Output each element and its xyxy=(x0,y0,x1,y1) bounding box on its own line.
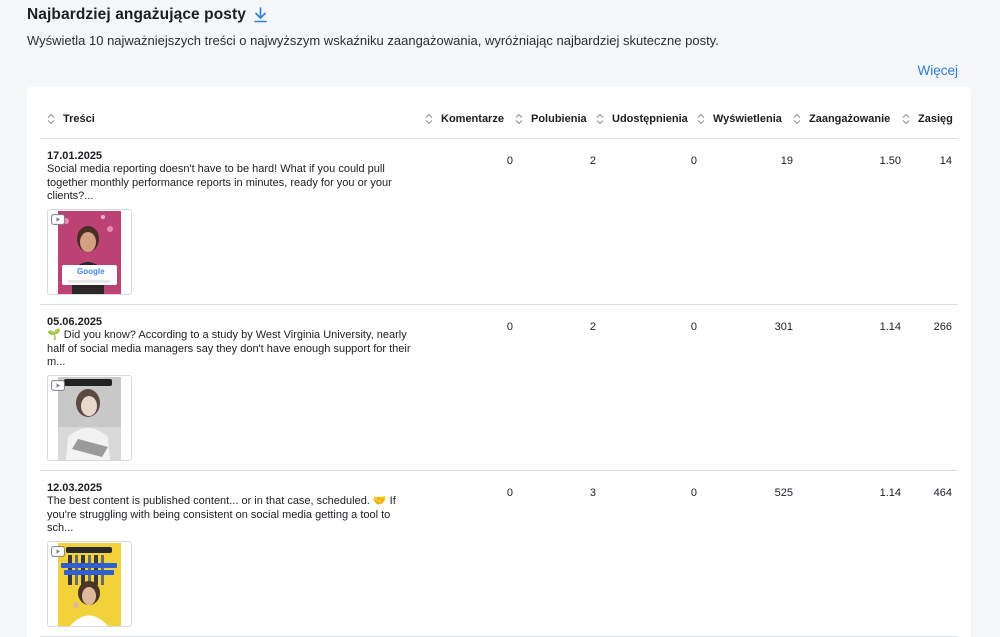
column-label: Komentarze xyxy=(441,113,504,125)
post-image: Google xyxy=(58,211,121,294)
sort-icon xyxy=(902,113,910,125)
section-title: Najbardziej angażujące posty xyxy=(27,6,247,23)
reach-value: 464 xyxy=(933,487,952,499)
video-icon xyxy=(51,546,65,557)
section-description: Wyświetla 10 najważniejszych treści o na… xyxy=(27,33,719,48)
sort-icon xyxy=(47,113,55,125)
post-text: 🌱 Did you know? According to a study by … xyxy=(47,329,411,368)
column-label: Zasięg xyxy=(918,113,953,125)
sort-icon xyxy=(793,113,801,125)
post-text: Social media reporting doesn't have to b… xyxy=(47,163,392,202)
engagement-value: 1.14 xyxy=(879,321,901,333)
post-date: 17.01.2025 xyxy=(47,150,103,162)
column-label: Polubienia xyxy=(531,113,587,125)
column-header-reach[interactable]: Zasięg xyxy=(902,113,953,125)
likes-value: 2 xyxy=(589,321,596,333)
post-thumbnail[interactable]: Google xyxy=(47,209,132,295)
reach-value: 14 xyxy=(939,155,952,167)
column-label: Zaangażowanie xyxy=(809,113,891,125)
posts-table-card: Treści Komentarze Polubienia Udostępnien… xyxy=(27,87,971,637)
shares-value: 0 xyxy=(690,487,697,499)
column-header-shares[interactable]: Udostępnienia xyxy=(596,113,688,125)
column-header-engagement[interactable]: Zaangażowanie xyxy=(793,113,890,125)
comments-value: 0 xyxy=(506,487,513,499)
section-header: Najbardziej angażujące posty xyxy=(27,6,268,24)
likes-value: 3 xyxy=(589,487,596,499)
reach-value: 266 xyxy=(933,321,952,333)
engagement-value: 1.50 xyxy=(879,155,901,167)
sort-icon xyxy=(515,113,523,125)
video-icon xyxy=(51,380,65,391)
comments-value: 0 xyxy=(506,155,513,167)
more-link[interactable]: Więcej xyxy=(917,63,958,78)
sort-icon xyxy=(596,113,604,125)
sort-icon xyxy=(697,113,705,125)
views-value: 19 xyxy=(780,155,793,167)
post-date: 12.03.2025 xyxy=(47,482,103,494)
engagement-value: 1.14 xyxy=(879,487,901,499)
comments-value: 0 xyxy=(506,321,513,333)
table-row: 17.01.2025 Social media reporting doesn'… xyxy=(40,139,958,305)
post-thumbnail[interactable] xyxy=(47,375,132,461)
sort-icon xyxy=(425,113,433,125)
thumbnail-caption: Google xyxy=(77,267,105,276)
table-row: 05.06.2025 🌱 Did you know? According to … xyxy=(40,305,958,471)
download-icon[interactable] xyxy=(253,7,268,23)
shares-value: 0 xyxy=(690,155,697,167)
column-header-views[interactable]: Wyświetlenia xyxy=(697,113,782,125)
views-value: 525 xyxy=(774,487,793,499)
post-image xyxy=(58,377,121,460)
likes-value: 2 xyxy=(589,155,596,167)
shares-value: 0 xyxy=(690,321,697,333)
table-header: Treści Komentarze Polubienia Udostępnien… xyxy=(40,87,958,139)
column-label: Udostępnienia xyxy=(612,113,688,125)
views-value: 301 xyxy=(774,321,793,333)
video-icon xyxy=(51,214,65,225)
column-label: Wyświetlenia xyxy=(713,113,782,125)
post-text: The best content is published content...… xyxy=(47,495,396,534)
column-header-content[interactable]: Treści xyxy=(47,113,95,125)
post-thumbnail[interactable] xyxy=(47,541,132,627)
table-row: 12.03.2025 The best content is published… xyxy=(40,471,958,637)
post-image xyxy=(58,543,121,626)
post-date: 05.06.2025 xyxy=(47,316,103,328)
column-header-likes[interactable]: Polubienia xyxy=(515,113,587,125)
column-header-comments[interactable]: Komentarze xyxy=(425,113,504,125)
column-label: Treści xyxy=(63,113,95,125)
